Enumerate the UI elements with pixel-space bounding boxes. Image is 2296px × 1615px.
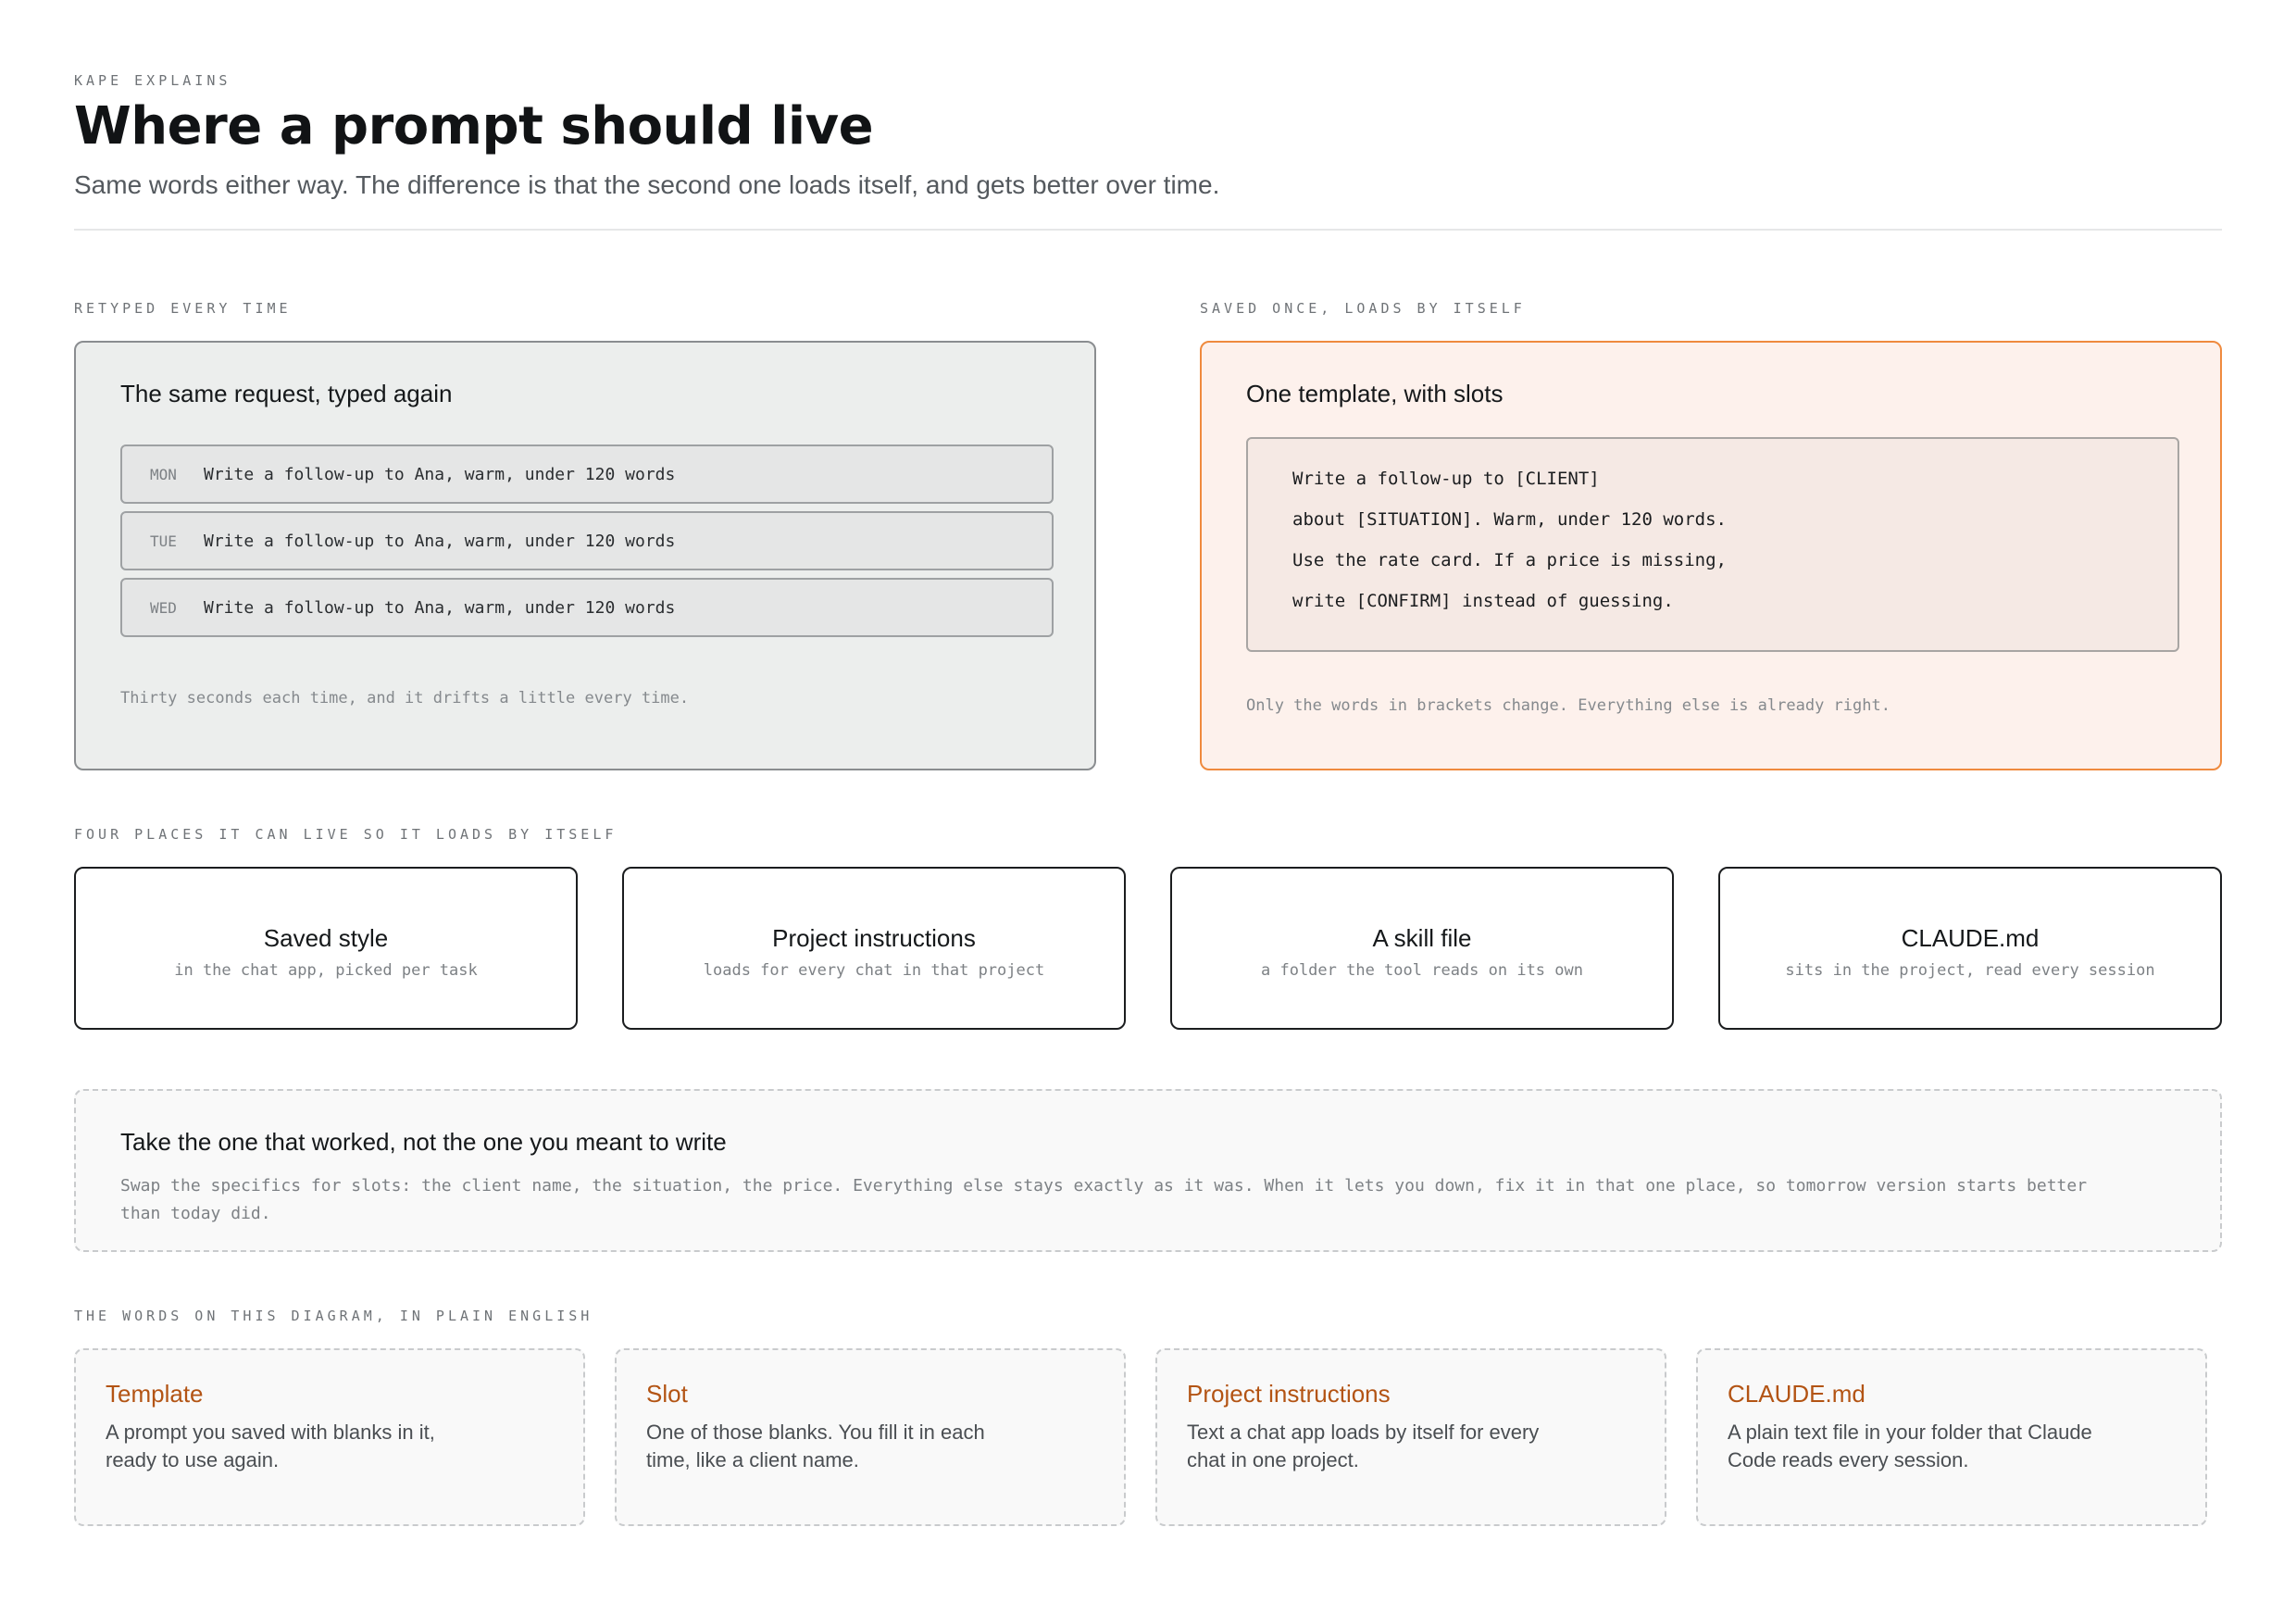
retyped-request-row: TUE Write a follow-up to Ana, warm, unde… xyxy=(120,511,1054,570)
glossary-card-slot: Slot One of those blanks. You fill it in… xyxy=(615,1348,1126,1526)
glossary-card-project-instructions: Project instructions Text a chat app loa… xyxy=(1155,1348,1666,1526)
place-description: a folder the tool reads on its own xyxy=(1261,961,1583,980)
retyped-panel: The same request, typed again MON Write … xyxy=(74,341,1096,770)
saved-note: Only the words in brackets change. Every… xyxy=(1246,696,1890,715)
place-description: sits in the project, read every session xyxy=(1785,961,2155,980)
place-card-saved-style: Saved style in the chat app, picked per … xyxy=(74,867,578,1030)
retyped-request-row: WED Write a follow-up to Ana, warm, unde… xyxy=(120,578,1054,637)
request-text: Write a follow-up to Ana, warm, under 12… xyxy=(204,531,676,551)
glossary-term: Project instructions xyxy=(1187,1380,1391,1408)
header-divider xyxy=(74,229,2222,231)
place-card-project-instructions: Project instructions loads for every cha… xyxy=(622,867,1126,1030)
template-line: write [CONFIRM] instead of guessing. xyxy=(1292,591,1674,611)
eyebrow-label: KAPE EXPLAINS xyxy=(74,72,231,89)
template-line: Use the rate card. If a price is missing… xyxy=(1292,550,1727,570)
request-text: Write a follow-up to Ana, warm, under 12… xyxy=(204,464,676,484)
place-description: in the chat app, picked per task xyxy=(174,961,478,980)
day-label: WED xyxy=(150,598,177,617)
saved-panel: One template, with slots Write a follow-… xyxy=(1200,341,2222,770)
places-section-label: FOUR PLACES IT CAN LIVE SO IT LOADS BY I… xyxy=(74,826,618,843)
retyped-request-row: MON Write a follow-up to Ana, warm, unde… xyxy=(120,444,1054,504)
saved-panel-title: One template, with slots xyxy=(1246,380,1504,407)
retyped-panel-title: The same request, typed again xyxy=(120,380,453,407)
glossary-definition: One of those blanks. You fill it in each… xyxy=(646,1421,985,1471)
request-text: Write a follow-up to Ana, warm, under 12… xyxy=(204,597,676,618)
page-title: Where a prompt should live xyxy=(74,96,874,156)
template-box: Write a follow-up to [CLIENT] about [SIT… xyxy=(1246,437,2179,652)
glossary-definition: A prompt you saved with blanks in it, re… xyxy=(106,1421,435,1471)
glossary-card-template: Template A prompt you saved with blanks … xyxy=(74,1348,585,1526)
retyped-section-label: RETYPED EVERY TIME xyxy=(74,300,292,317)
tip-title: Take the one that worked, not the one yo… xyxy=(120,1128,727,1156)
glossary-card-claude-md: CLAUDE.md A plain text file in your fold… xyxy=(1696,1348,2207,1526)
glossary-definition: Text a chat app loads by itself for ever… xyxy=(1187,1421,1540,1471)
glossary-term: CLAUDE.md xyxy=(1728,1380,1866,1408)
retyped-note: Thirty seconds each time, and it drifts … xyxy=(120,689,690,707)
page-subtitle: Same words either way. The difference is… xyxy=(74,170,1220,199)
tip-callout: Take the one that worked, not the one yo… xyxy=(74,1089,2222,1252)
place-card-claude-md: CLAUDE.md sits in the project, read ever… xyxy=(1718,867,2222,1030)
template-line: about [SITUATION]. Warm, under 120 words… xyxy=(1292,509,1727,530)
template-line: Write a follow-up to [CLIENT] xyxy=(1292,469,1600,489)
place-description: loads for every chat in that project xyxy=(703,961,1045,980)
day-label: MON xyxy=(150,465,177,483)
glossary-term: Template xyxy=(106,1380,204,1408)
place-name: Project instructions xyxy=(772,924,976,952)
tip-body: Swap the specifics for slots: the client… xyxy=(120,1176,2088,1223)
page: KAPE EXPLAINS Where a prompt should live… xyxy=(0,0,2296,1615)
glossary-term: Slot xyxy=(646,1380,688,1408)
day-label: TUE xyxy=(150,532,177,550)
glossary-section-label: THE WORDS ON THIS DIAGRAM, IN PLAIN ENGL… xyxy=(74,1308,593,1324)
glossary-definition: A plain text file in your folder that Cl… xyxy=(1728,1421,2092,1471)
saved-section-label: SAVED ONCE, LOADS BY ITSELF xyxy=(1200,300,1526,317)
place-name: Saved style xyxy=(263,924,389,952)
place-card-skill-file: A skill file a folder the tool reads on … xyxy=(1170,867,1674,1030)
place-name: A skill file xyxy=(1372,924,1472,952)
place-name: CLAUDE.md xyxy=(1901,924,2040,952)
